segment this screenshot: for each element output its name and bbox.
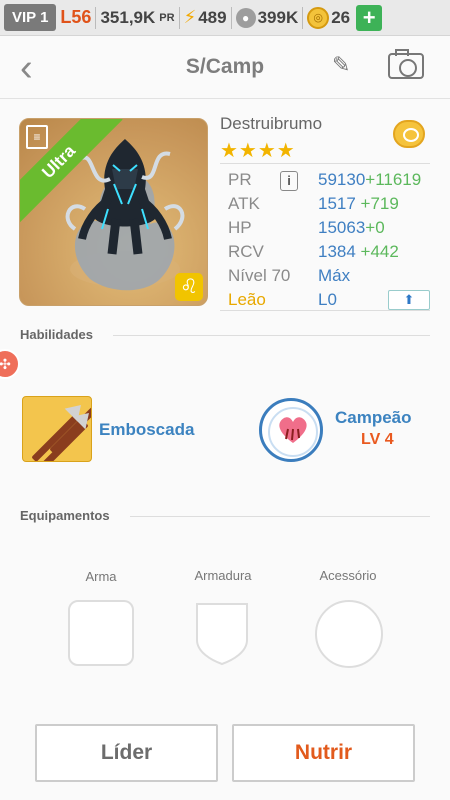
accessory-slot[interactable] bbox=[315, 600, 383, 668]
slot-label-weapon: Arma bbox=[85, 569, 117, 584]
paw-value: 399K bbox=[257, 7, 299, 27]
stat-label: PR bbox=[228, 170, 252, 189]
divider bbox=[113, 335, 430, 336]
page-title: S/Camp bbox=[185, 55, 265, 78]
divider bbox=[178, 6, 180, 29]
heart-icon bbox=[279, 417, 307, 443]
status-bar: VIP 1 L56 351,9K PR ⚡ 489 ● 399K ◎ 26 + bbox=[0, 0, 450, 36]
skill-level: LV 4 bbox=[361, 431, 394, 448]
stat-value: 1517 +719 bbox=[318, 194, 399, 213]
stat-row-atk: ATK 1517 +719 bbox=[228, 194, 433, 218]
coin-value: 26 bbox=[331, 7, 351, 27]
abilities-heading: Habilidades bbox=[20, 327, 93, 342]
side-menu-icon[interactable]: ✣ bbox=[0, 349, 20, 379]
monster-name: Destruibrumo bbox=[220, 114, 323, 133]
equipment-heading: Equipamentos bbox=[20, 508, 110, 523]
coin-stat: ◎ 26 bbox=[307, 6, 351, 29]
stat-row-pr: PR i 59130+11619 bbox=[228, 170, 433, 194]
stat-row-rcv: RCV 1384 +442 bbox=[228, 242, 433, 266]
power-unit: PR bbox=[159, 11, 175, 24]
level-value: Máx bbox=[318, 266, 351, 285]
add-coins-button[interactable]: + bbox=[356, 4, 383, 31]
level-row: Nível 70 Máx bbox=[228, 266, 433, 290]
skill-champion-name[interactable]: Campeão bbox=[335, 408, 412, 428]
armor-slot[interactable] bbox=[193, 600, 251, 666]
clipboard-icon[interactable]: ≡ bbox=[26, 125, 48, 149]
leader-button[interactable]: Líder bbox=[35, 724, 218, 782]
divider bbox=[220, 310, 430, 311]
coin-icon: ◎ bbox=[307, 6, 330, 29]
energy-stat: ⚡ 489 bbox=[184, 7, 227, 28]
stat-label: RCV bbox=[228, 242, 264, 261]
paw-icon: ● bbox=[235, 7, 256, 28]
divider bbox=[302, 6, 304, 29]
divider bbox=[220, 163, 430, 164]
star-rating: ★★★★ bbox=[220, 140, 296, 162]
info-icon[interactable]: i bbox=[280, 171, 298, 191]
stat-label: HP bbox=[228, 218, 252, 237]
stat-bonus: +11619 bbox=[365, 170, 422, 189]
vip-badge[interactable]: VIP 1 bbox=[4, 4, 57, 31]
weapon-slot[interactable] bbox=[68, 600, 134, 666]
sign-label: Leão bbox=[228, 290, 266, 309]
stat-row-hp: HP 15063+0 bbox=[228, 218, 433, 242]
stat-value: 59130+11619 bbox=[318, 170, 422, 189]
power-value: 351,9K bbox=[100, 7, 156, 27]
slot-label-accessory: Acessório bbox=[319, 568, 377, 583]
monster-portrait[interactable]: Ultra ≡ ♌ bbox=[19, 118, 208, 306]
level-label: Nível 70 bbox=[228, 266, 291, 285]
stat-bonus: +442 bbox=[355, 242, 399, 261]
power-stat: 351,9K PR bbox=[100, 8, 174, 28]
stat-value: 15063+0 bbox=[318, 218, 385, 237]
edit-pencil-icon[interactable]: ✎ bbox=[332, 52, 350, 78]
stat-bonus: +0 bbox=[365, 218, 385, 237]
stat-bonus: +719 bbox=[355, 194, 399, 213]
element-cloud-icon[interactable] bbox=[393, 120, 425, 148]
divider bbox=[230, 6, 232, 29]
slot-label-armor: Armadura bbox=[194, 568, 252, 583]
paw-stat: ● 399K bbox=[235, 7, 299, 28]
header: ‹ S/Camp ✎ bbox=[0, 37, 450, 99]
divider bbox=[95, 6, 97, 29]
player-level: L56 bbox=[60, 7, 92, 27]
skill-champion-icon[interactable] bbox=[259, 398, 323, 462]
stat-value: 1384 +442 bbox=[318, 242, 399, 261]
nourish-button[interactable]: Nutrir bbox=[232, 724, 415, 782]
skill-ambush-icon[interactable] bbox=[22, 396, 92, 462]
divider bbox=[130, 516, 430, 517]
sign-value: L0 bbox=[318, 290, 337, 309]
lightning-icon: ⚡ bbox=[183, 7, 197, 27]
upgrade-arrow-button[interactable]: ⬆ bbox=[388, 290, 430, 310]
leo-sign-icon: ♌ bbox=[175, 273, 203, 301]
stat-label: ATK bbox=[228, 194, 260, 213]
camera-icon[interactable] bbox=[388, 49, 424, 79]
skill-ambush-name[interactable]: Emboscada bbox=[99, 420, 194, 440]
energy-value: 489 bbox=[198, 7, 227, 27]
